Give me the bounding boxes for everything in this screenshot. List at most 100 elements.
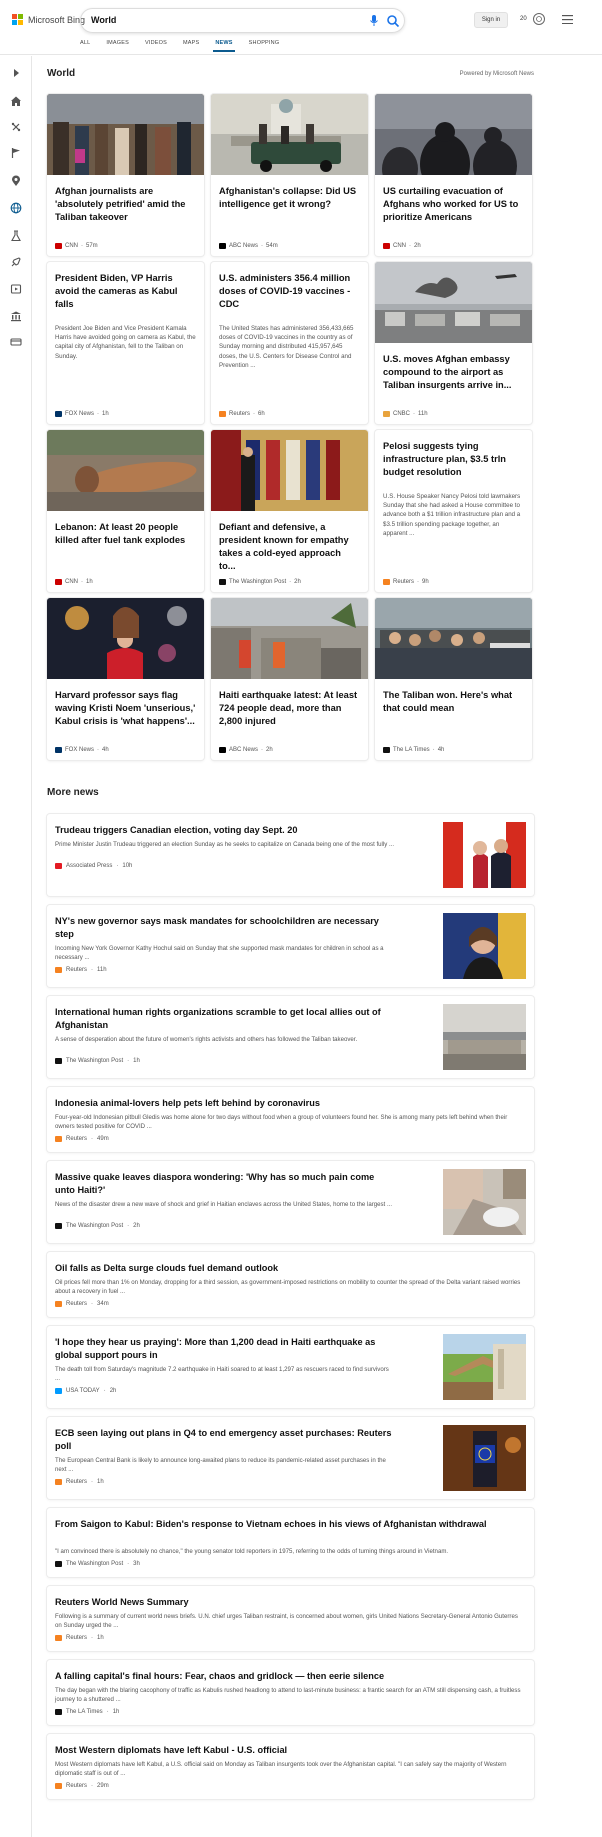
news-list-item[interactable]: ECB seen laying out plans in Q4 to end e… [47,1417,534,1499]
news-card[interactable]: Afghan journalists are 'absolutely petri… [47,94,204,256]
news-title[interactable]: From Saigon to Kabul: Biden's response t… [55,1518,525,1531]
news-source[interactable]: The Washington Post · 1h [55,1058,140,1064]
news-card[interactable]: U.S. moves Afghan embassy compound to th… [375,262,532,424]
news-source[interactable]: The Washington Post · 3h [55,1561,140,1567]
news-card[interactable]: Afghanistan's collapse: Did US intellige… [211,94,368,256]
card-title[interactable]: U.S. moves Afghan embassy compound to th… [383,353,524,392]
news-card[interactable]: Defiant and defensive, a president known… [211,430,368,592]
card-source[interactable]: CNN · 1h [55,579,93,585]
tab-shopping[interactable]: SHOPPING [249,40,280,52]
rewards-medal-icon[interactable] [532,12,546,26]
news-source[interactable]: Reuters · 11h [55,967,107,973]
card-source[interactable]: FOX News · 1h [55,411,109,417]
card-image[interactable] [375,598,532,679]
news-list-item[interactable]: Most Western diplomats have left Kabul -… [47,1734,534,1799]
card-source[interactable]: Reuters · 9h [383,579,429,585]
card-image[interactable] [375,94,532,194]
news-title[interactable]: Oil falls as Delta surge clouds fuel dem… [55,1262,525,1275]
news-list-item[interactable]: International human rights organizations… [47,996,534,1078]
hamburger-menu-icon[interactable] [562,15,573,24]
card-image[interactable] [211,598,368,679]
card-source[interactable]: CNN · 2h [383,243,421,249]
tab-images[interactable]: IMAGES [106,40,129,52]
card-source[interactable]: The LA Times · 4h [383,747,444,753]
card-title[interactable]: The Taliban won. Here's what that could … [383,689,524,715]
news-card[interactable]: Lebanon: At least 20 people killed after… [47,430,204,592]
card-source[interactable]: The Washington Post · 2h [219,579,301,585]
news-title[interactable]: Indonesia animal-lovers help pets left b… [55,1097,525,1110]
news-title[interactable]: International human rights organizations… [55,1006,395,1032]
tab-videos[interactable]: VIDEOS [145,40,167,52]
news-thumbnail[interactable] [443,1169,526,1235]
bing-logo[interactable]: Microsoft Bing [12,14,85,25]
news-title[interactable]: ECB seen laying out plans in Q4 to end e… [55,1427,395,1453]
search-query[interactable]: World [91,15,116,25]
card-source[interactable]: CNN · 57m [55,243,98,249]
card-title[interactable]: President Biden, VP Harris avoid the cam… [55,272,196,311]
news-list-item[interactable]: Indonesia animal-lovers help pets left b… [47,1087,534,1152]
card-source[interactable]: CNBC · 11h [383,411,428,417]
search-icon[interactable] [386,14,400,28]
card-image[interactable] [375,262,532,343]
expand-arrow-icon[interactable] [10,67,22,79]
search-input[interactable]: World [80,8,405,33]
news-list-item[interactable]: 'I hope they hear us praying': More than… [47,1326,534,1408]
card-image[interactable] [47,598,204,679]
news-card[interactable]: U.S. administers 356.4 million doses of … [211,262,368,424]
science-icon[interactable] [10,230,22,242]
card-title[interactable]: Pelosi suggests tying infrastructure pla… [383,440,524,479]
card-image[interactable] [211,94,368,175]
politics-icon[interactable] [10,310,22,322]
news-source[interactable]: Associated Press · 10h [55,863,132,869]
card-source[interactable]: ABC News · 2h [219,747,273,753]
news-source[interactable]: Reuters · 29m [55,1783,109,1789]
news-list-item[interactable]: Massive quake leaves diaspora wondering:… [47,1161,534,1243]
card-image[interactable] [211,430,368,511]
sign-in-button[interactable]: Sign in [474,12,508,28]
news-card[interactable]: Haiti earthquake latest: At least 724 pe… [211,598,368,760]
home-icon[interactable] [10,95,22,107]
news-source[interactable]: Reuters · 34m [55,1301,109,1307]
news-thumbnail[interactable] [443,822,526,888]
tab-all[interactable]: ALL [80,40,90,52]
entertainment-icon[interactable] [10,283,22,295]
news-list-item[interactable]: NY's new governor says mask mandates for… [47,905,534,987]
card-image[interactable] [47,94,204,175]
news-source[interactable]: The LA Times · 1h [55,1709,119,1715]
news-source[interactable]: Reuters · 49m [55,1136,109,1142]
flag-icon[interactable] [10,147,22,159]
card-title[interactable]: Afghan journalists are 'absolutely petri… [55,185,196,224]
news-card[interactable]: President Biden, VP Harris avoid the cam… [47,262,204,424]
news-source[interactable]: The Washington Post · 2h [55,1223,140,1229]
technology-icon[interactable] [10,256,22,268]
location-icon[interactable] [10,175,22,187]
card-source[interactable]: ABC News · 54m [219,243,278,249]
news-list-item[interactable]: Oil falls as Delta surge clouds fuel dem… [47,1252,534,1317]
card-title[interactable]: Haiti earthquake latest: At least 724 pe… [219,689,360,728]
card-image[interactable] [47,430,204,511]
news-card[interactable]: US curtailing evacuation of Afghans who … [375,94,532,256]
news-source[interactable]: Reuters · 1h [55,1479,104,1485]
news-title[interactable]: Most Western diplomats have left Kabul -… [55,1744,525,1757]
tab-maps[interactable]: MAPS [183,40,199,52]
news-thumbnail[interactable] [443,1004,526,1070]
money-icon[interactable] [10,336,22,348]
discover-icon[interactable] [10,121,22,133]
news-list-item[interactable]: A falling capital's final hours: Fear, c… [47,1660,534,1725]
news-card[interactable]: The Taliban won. Here's what that could … [375,598,532,760]
world-icon[interactable] [10,202,22,214]
card-title[interactable]: Afghanistan's collapse: Did US intellige… [219,185,360,211]
rewards-points[interactable]: 20 [520,16,527,22]
news-list-item[interactable]: Trudeau triggers Canadian election, voti… [47,814,534,896]
news-list-item[interactable]: Reuters World News Summary Following is a… [47,1586,534,1651]
news-title[interactable]: Reuters World News Summary [55,1596,525,1609]
card-title[interactable]: Defiant and defensive, a president known… [219,521,360,573]
news-title[interactable]: NY's new governor says mask mandates for… [55,915,395,941]
microphone-icon[interactable] [369,15,379,27]
news-thumbnail[interactable] [443,913,526,979]
news-thumbnail[interactable] [443,1334,526,1400]
news-title[interactable]: 'I hope they hear us praying': More than… [55,1336,395,1362]
news-card[interactable]: Pelosi suggests tying infrastructure pla… [375,430,532,592]
card-source[interactable]: FOX News · 4h [55,747,109,753]
news-list-item[interactable]: From Saigon to Kabul: Biden's response t… [47,1508,534,1577]
